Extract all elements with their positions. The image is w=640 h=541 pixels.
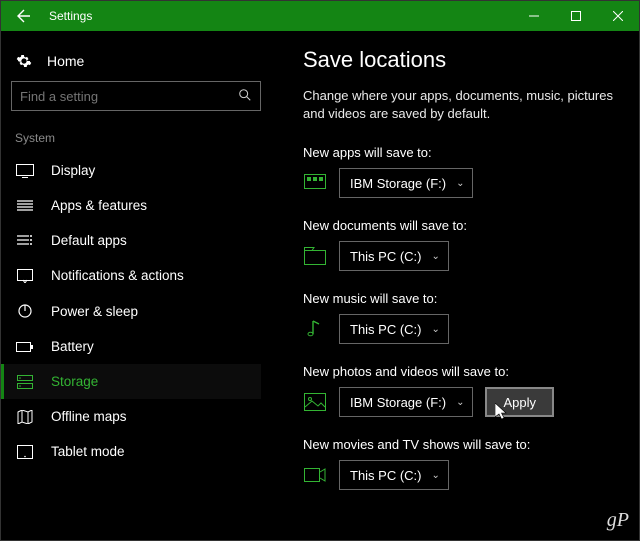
chevron-down-icon: ⌄: [432, 470, 440, 481]
chevron-down-icon: ⌄: [456, 178, 464, 189]
maps-icon: [15, 410, 35, 424]
content-area: Save locations Change where your apps, d…: [271, 31, 639, 540]
location-label: New documents will save to:: [303, 218, 621, 233]
music-drive-icon: [303, 318, 327, 340]
sidebar-item-display[interactable]: Display: [1, 153, 261, 188]
location-group-photos: New photos and videos will save to: IBM …: [303, 364, 621, 417]
apply-button[interactable]: Apply: [485, 387, 554, 417]
sidebar-item-power-sleep[interactable]: Power & sleep: [1, 293, 261, 329]
location-group-apps: New apps will save to: IBM Storage (F:) …: [303, 145, 621, 198]
page-description: Change where your apps, documents, music…: [303, 87, 613, 123]
location-label: New apps will save to:: [303, 145, 621, 160]
sidebar-item-label: Default apps: [51, 233, 127, 248]
gear-icon: [15, 53, 33, 69]
sidebar-item-offline-maps[interactable]: Offline maps: [1, 399, 261, 434]
sidebar-item-label: Offline maps: [51, 409, 127, 424]
dropdown-value: This PC (C:): [350, 322, 422, 337]
home-label: Home: [47, 53, 84, 69]
search-icon: [238, 88, 252, 105]
sidebar-item-default-apps[interactable]: Default apps: [1, 223, 261, 258]
chevron-down-icon: ⌄: [432, 324, 440, 335]
sidebar-item-battery[interactable]: Battery: [1, 329, 261, 364]
music-location-dropdown[interactable]: This PC (C:) ⌄: [339, 314, 449, 344]
sidebar: Home System Display Apps & features Defa…: [1, 31, 271, 540]
back-arrow-icon: [16, 8, 32, 24]
sidebar-item-label: Battery: [51, 339, 94, 354]
storage-icon: [15, 375, 35, 389]
battery-icon: [15, 341, 35, 353]
apply-label: Apply: [503, 395, 536, 410]
sidebar-item-label: Power & sleep: [51, 304, 138, 319]
chevron-down-icon: ⌄: [432, 251, 440, 262]
maximize-button[interactable]: [555, 1, 597, 31]
sidebar-item-label: Apps & features: [51, 198, 147, 213]
dropdown-value: IBM Storage (F:): [350, 176, 446, 191]
location-group-documents: New documents will save to: This PC (C:)…: [303, 218, 621, 271]
minimize-icon: [529, 11, 539, 21]
dropdown-value: IBM Storage (F:): [350, 395, 446, 410]
search-input[interactable]: [20, 89, 238, 104]
sidebar-item-storage[interactable]: Storage: [1, 364, 261, 399]
notifications-icon: [15, 269, 35, 283]
location-label: New photos and videos will save to:: [303, 364, 621, 379]
location-group-music: New music will save to: This PC (C:) ⌄: [303, 291, 621, 344]
default-apps-icon: [15, 234, 35, 248]
maximize-icon: [571, 11, 581, 21]
chevron-down-icon: ⌄: [456, 397, 464, 408]
minimize-button[interactable]: [513, 1, 555, 31]
dropdown-value: This PC (C:): [350, 468, 422, 483]
home-button[interactable]: Home: [11, 45, 261, 81]
photos-drive-icon: [303, 391, 327, 413]
dropdown-value: This PC (C:): [350, 249, 422, 264]
location-label: New movies and TV shows will save to:: [303, 437, 621, 452]
apps-icon: [15, 199, 35, 213]
tablet-icon: [15, 445, 35, 459]
apps-drive-icon: [303, 172, 327, 194]
sidebar-item-apps-features[interactable]: Apps & features: [1, 188, 261, 223]
documents-drive-icon: [303, 245, 327, 267]
back-button[interactable]: [7, 1, 41, 31]
sidebar-item-label: Notifications & actions: [51, 268, 184, 283]
location-label: New music will save to:: [303, 291, 621, 306]
apps-location-dropdown[interactable]: IBM Storage (F:) ⌄: [339, 168, 473, 198]
titlebar: Settings: [1, 1, 639, 31]
photos-location-dropdown[interactable]: IBM Storage (F:) ⌄: [339, 387, 473, 417]
sidebar-group-label: System: [11, 127, 261, 153]
search-input-container[interactable]: [11, 81, 261, 111]
documents-location-dropdown[interactable]: This PC (C:) ⌄: [339, 241, 449, 271]
sidebar-item-label: Tablet mode: [51, 444, 125, 459]
app-title: Settings: [49, 9, 92, 23]
location-group-movies: New movies and TV shows will save to: Th…: [303, 437, 621, 490]
close-button[interactable]: [597, 1, 639, 31]
movies-location-dropdown[interactable]: This PC (C:) ⌄: [339, 460, 449, 490]
movies-drive-icon: [303, 464, 327, 486]
sidebar-item-label: Storage: [51, 374, 98, 389]
display-icon: [15, 164, 35, 178]
page-title: Save locations: [303, 47, 621, 73]
sidebar-item-tablet-mode[interactable]: Tablet mode: [1, 434, 261, 469]
power-icon: [15, 303, 35, 319]
sidebar-item-notifications[interactable]: Notifications & actions: [1, 258, 261, 293]
close-icon: [613, 11, 623, 21]
sidebar-item-label: Display: [51, 163, 95, 178]
